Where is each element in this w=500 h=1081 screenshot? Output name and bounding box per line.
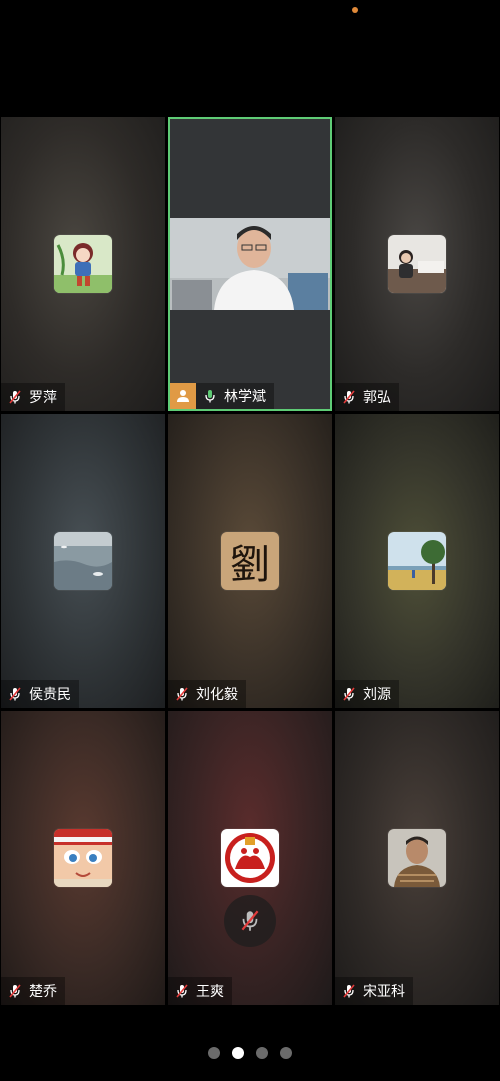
participant-name: 刘源 (363, 687, 391, 703)
avatar (388, 829, 446, 887)
participant-name: 林学斌 (224, 389, 266, 405)
participant-tile-liuhuayi[interactable]: 劉 刘化毅 (168, 414, 332, 708)
participant-name: 郭弘 (363, 390, 391, 406)
muted-mic-icon (9, 984, 21, 998)
muted-mic-icon (176, 984, 188, 998)
participant-name-tag: 宋亚科 (335, 977, 413, 1005)
host-person-icon (177, 390, 189, 402)
muted-mic-icon (9, 687, 21, 701)
participant-name-tag: 刘源 (335, 680, 399, 708)
muted-mic-icon (176, 687, 188, 701)
camera-video (170, 218, 330, 310)
page-indicator[interactable] (0, 1047, 500, 1059)
muted-mic-icon (9, 390, 21, 404)
participant-name-tag: 楚乔 (1, 977, 65, 1005)
page-dot-3[interactable] (256, 1047, 268, 1059)
participant-tile-chuqiao[interactable]: 楚乔 (1, 711, 165, 1005)
participant-name-tag: 林学斌 (196, 383, 274, 409)
cartoon-face-avatar (54, 829, 112, 887)
avatar (54, 532, 112, 590)
calligraphy-glyph: 劉 (230, 542, 270, 588)
participant-tile-wangshuang[interactable]: 王爽 (168, 711, 332, 1005)
participant-tile-liuyuan[interactable]: 刘源 (335, 414, 499, 708)
participant-name-tag: 侯贵民 (1, 680, 79, 708)
participant-tile-luoping[interactable]: 罗萍 (1, 117, 165, 411)
video-frame-man (170, 218, 330, 310)
host-badge (170, 383, 196, 409)
participant-name-tag: 郭弘 (335, 383, 399, 411)
avatar (54, 235, 112, 293)
page-dot-1[interactable] (208, 1047, 220, 1059)
participant-name: 宋亚科 (363, 984, 405, 1000)
muted-mic-icon (241, 910, 259, 931)
papercut-seal-avatar (221, 829, 279, 887)
participant-tile-guohong[interactable]: 郭弘 (335, 117, 499, 411)
page-dot-4[interactable] (280, 1047, 292, 1059)
participant-tile-songyake[interactable]: 宋亚科 (335, 711, 499, 1005)
participant-name-tag: 王爽 (168, 977, 232, 1005)
participant-name: 王爽 (196, 984, 224, 1000)
participant-name: 侯贵民 (29, 687, 71, 703)
avatar (388, 235, 446, 293)
participant-name: 楚乔 (29, 984, 57, 1000)
participant-grid: 罗萍 林学斌 郭弘 侯贵民 劉 刘化毅 刘源 楚乔 王爽 宋亚科 (0, 117, 500, 1005)
girl-illustration-avatar (54, 235, 112, 293)
avatar (54, 829, 112, 887)
tree-landscape-avatar (388, 532, 446, 590)
mute-indicator (224, 895, 276, 947)
status-indicator-dot (352, 7, 358, 13)
avatar (221, 829, 279, 887)
participant-tile-linxuebin[interactable]: 林学斌 (168, 117, 332, 411)
page-dot-2-active[interactable] (232, 1047, 244, 1059)
active-mic-icon (205, 390, 215, 403)
participant-name-tag: 罗萍 (1, 383, 65, 411)
muted-mic-icon (343, 687, 355, 701)
muted-mic-icon (343, 984, 355, 998)
sea-photo-avatar (54, 532, 112, 590)
participant-tile-houguimin[interactable]: 侯贵民 (1, 414, 165, 708)
office-photo-avatar (388, 235, 446, 293)
man-photo-avatar (388, 829, 446, 887)
muted-mic-icon (343, 390, 355, 404)
avatar: 劉 (221, 532, 279, 590)
participant-name: 罗萍 (29, 390, 57, 406)
participant-name-tag: 刘化毅 (168, 680, 246, 708)
participant-name: 刘化毅 (196, 687, 238, 703)
avatar (388, 532, 446, 590)
